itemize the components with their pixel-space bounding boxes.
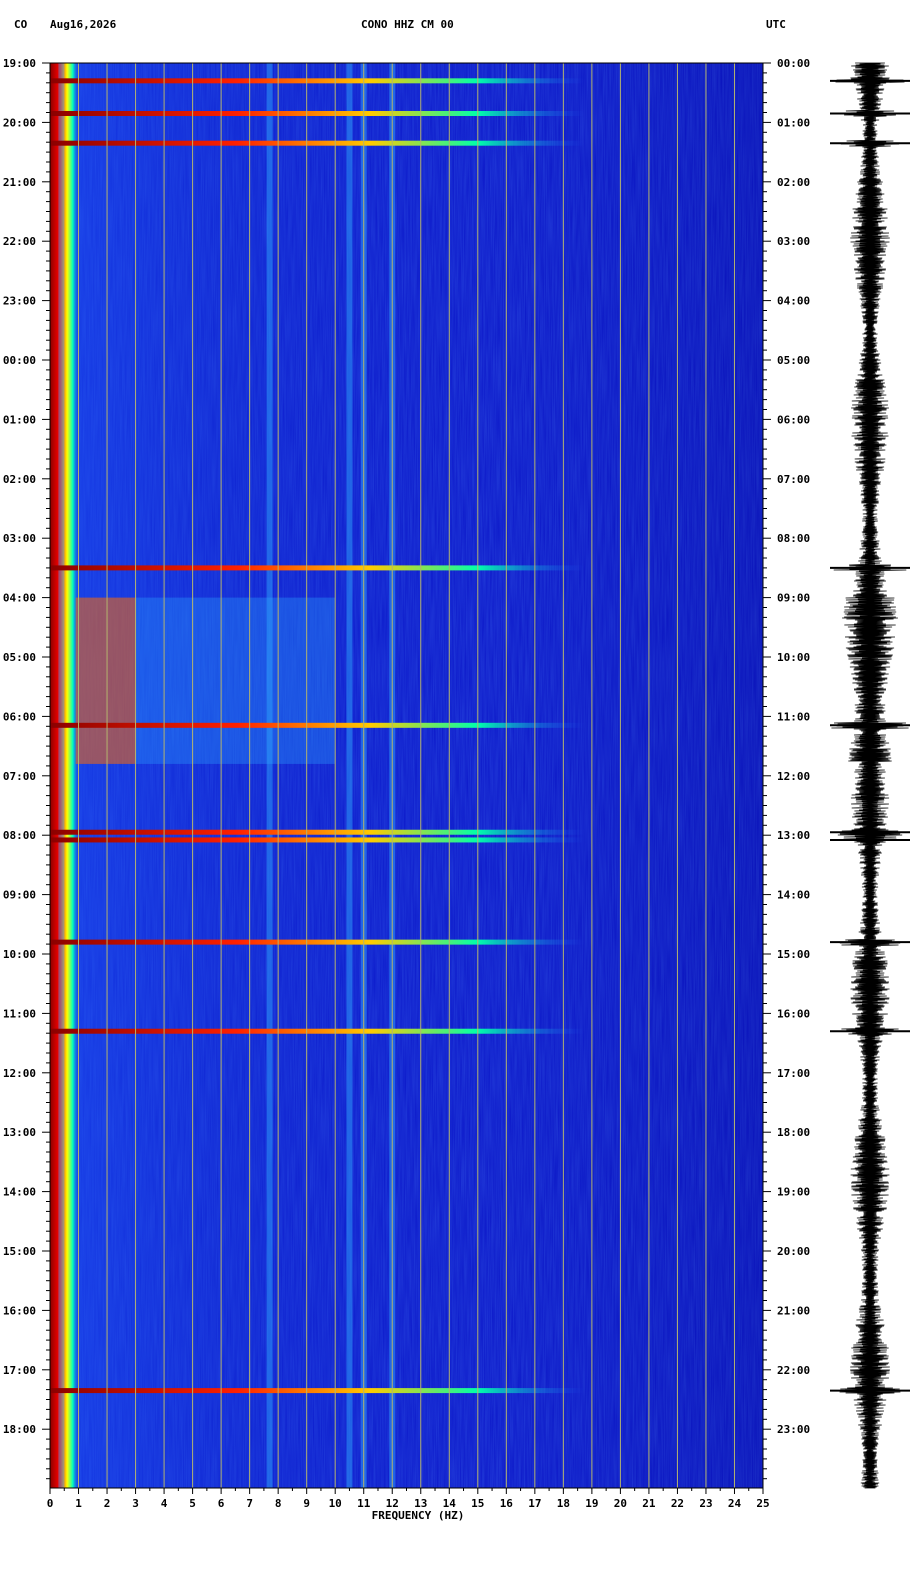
seismogram-waveform — [831, 62, 909, 1489]
left-time-label: 09:00 — [3, 889, 36, 902]
event-band-2 — [50, 140, 585, 146]
event-band-5 — [50, 829, 585, 835]
right-time-label: 13:00 — [777, 829, 810, 842]
left-time-label: 23:00 — [3, 295, 36, 308]
right-time-label: 19:00 — [777, 1186, 810, 1199]
x-tick-label-16: 16 — [500, 1497, 514, 1510]
left-time-label: 05:00 — [3, 651, 36, 664]
x-tick-label-4: 4 — [161, 1497, 168, 1510]
frequency-line-0 — [58, 63, 65, 1488]
left-time-label: 00:00 — [3, 354, 36, 367]
left-time-label: 19:00 — [3, 57, 36, 70]
right-time-label: 02:00 — [777, 176, 810, 189]
bright-zone-halo-0 — [135, 597, 336, 764]
x-tick-label-24: 24 — [728, 1497, 742, 1510]
event-band-8 — [50, 1028, 585, 1034]
x-tick-label-7: 7 — [246, 1497, 253, 1510]
right-time-label: 23:00 — [777, 1423, 810, 1436]
right-time-label: 16:00 — [777, 1007, 810, 1020]
left-time-label: 01:00 — [3, 413, 36, 426]
x-tick-label-11: 11 — [357, 1497, 371, 1510]
x-tick-label-15: 15 — [471, 1497, 484, 1510]
right-time-label: 22:00 — [777, 1364, 810, 1377]
x-tick-label-0: 0 — [47, 1497, 54, 1510]
left-time-label: 17:00 — [3, 1364, 36, 1377]
x-tick-label-8: 8 — [275, 1497, 282, 1510]
x-tick-label-21: 21 — [642, 1497, 656, 1510]
left-time-label: 12:00 — [3, 1067, 36, 1080]
left-time-label: 15:00 — [3, 1245, 36, 1258]
x-tick-label-17: 17 — [528, 1497, 541, 1510]
bright-zone-0 — [75, 597, 136, 764]
left-time-label: 16:00 — [3, 1304, 36, 1317]
right-time-label: 00:00 — [777, 57, 810, 70]
seismogram-trace — [830, 62, 910, 1489]
event-band-1 — [50, 110, 585, 116]
left-time-label: 04:00 — [3, 592, 36, 605]
event-band-9 — [50, 1388, 585, 1394]
x-tick-label-18: 18 — [557, 1497, 570, 1510]
right-time-label: 05:00 — [777, 354, 810, 367]
left-time-label: 07:00 — [3, 770, 36, 783]
spectrogram-energy-fade — [50, 63, 763, 1488]
right-time-label: 07:00 — [777, 473, 810, 486]
left-time-label: 13:00 — [3, 1126, 36, 1139]
right-time-label: 04:00 — [777, 295, 810, 308]
right-time-label: 08:00 — [777, 532, 810, 545]
right-time-label: 21:00 — [777, 1304, 810, 1317]
right-time-label: 09:00 — [777, 592, 810, 605]
x-tick-label-5: 5 — [189, 1497, 196, 1510]
left-time-label: 14:00 — [3, 1186, 36, 1199]
right-time-label: 12:00 — [777, 770, 810, 783]
right-time-label: 01:00 — [777, 116, 810, 129]
x-tick-label-25: 25 — [756, 1497, 769, 1510]
frequency-line-2 — [346, 63, 353, 1488]
right-time-label: 10:00 — [777, 651, 810, 664]
frequency-line-1 — [266, 63, 273, 1488]
event-band-7 — [50, 939, 585, 945]
right-time-label: 14:00 — [777, 889, 810, 902]
right-time-label: 20:00 — [777, 1245, 810, 1258]
left-time-label: 20:00 — [3, 116, 36, 129]
event-band-4 — [50, 722, 585, 728]
x-tick-label-1: 1 — [75, 1497, 82, 1510]
left-time-label: 18:00 — [3, 1423, 36, 1436]
left-time-label: 10:00 — [3, 948, 36, 961]
left-time-label: 11:00 — [3, 1007, 36, 1020]
right-time-label: 18:00 — [777, 1126, 810, 1139]
spectrogram-chart: 19:00 20:00 21:00 22:00 23:00 00:00 01:00 02:00… — [3, 57, 910, 1522]
left-time-label: 08:00 — [3, 829, 36, 842]
left-time-label: 02:00 — [3, 473, 36, 486]
x-tick-label-3: 3 — [132, 1497, 139, 1510]
x-tick-label-6: 6 — [218, 1497, 225, 1510]
right-time-label: 15:00 — [777, 948, 810, 961]
x-axis-title: FREQUENCY (HZ) — [372, 1509, 465, 1522]
x-tick-label-2: 2 — [104, 1497, 111, 1510]
left-time-label: 06:00 — [3, 710, 36, 723]
right-time-label: 11:00 — [777, 710, 810, 723]
x-tick-label-23: 23 — [699, 1497, 712, 1510]
left-time-label: 21:00 — [3, 176, 36, 189]
left-time-label: 03:00 — [3, 532, 36, 545]
x-tick-label-10: 10 — [329, 1497, 342, 1510]
x-tick-label-20: 20 — [614, 1497, 627, 1510]
x-tick-label-9: 9 — [303, 1497, 310, 1510]
right-time-label: 03:00 — [777, 235, 810, 248]
right-time-label: 17:00 — [777, 1067, 810, 1080]
left-time-label: 22:00 — [3, 235, 36, 248]
x-tick-label-22: 22 — [671, 1497, 684, 1510]
right-time-label: 06:00 — [777, 413, 810, 426]
event-band-3 — [50, 565, 585, 571]
x-tick-label-19: 19 — [585, 1497, 598, 1510]
event-band-0 — [50, 78, 585, 84]
event-band-6 — [50, 837, 585, 843]
